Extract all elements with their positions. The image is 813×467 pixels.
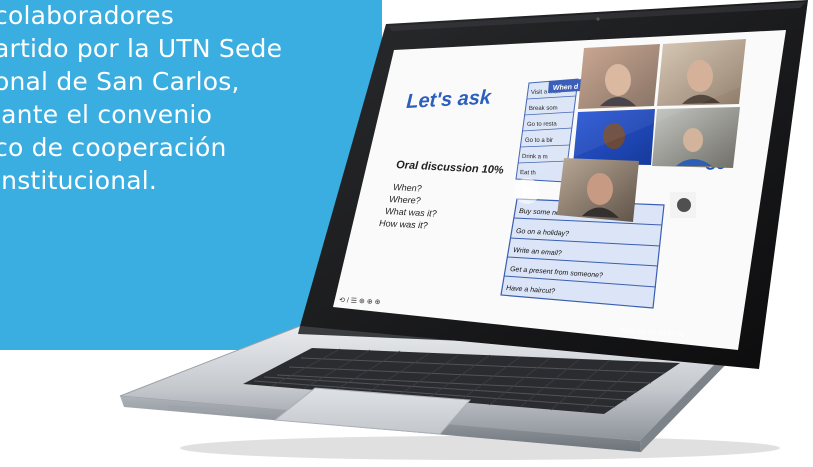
laptop-shadow [180, 436, 780, 460]
small-participant-tile [670, 192, 696, 218]
camera-icon [596, 17, 600, 21]
laptop-scene: Let's ask Oral discussion 10% When? Wher… [119, 0, 808, 460]
screen: Let's ask Oral discussion 10% When? Wher… [333, 30, 786, 350]
play-icon[interactable] [514, 178, 540, 204]
